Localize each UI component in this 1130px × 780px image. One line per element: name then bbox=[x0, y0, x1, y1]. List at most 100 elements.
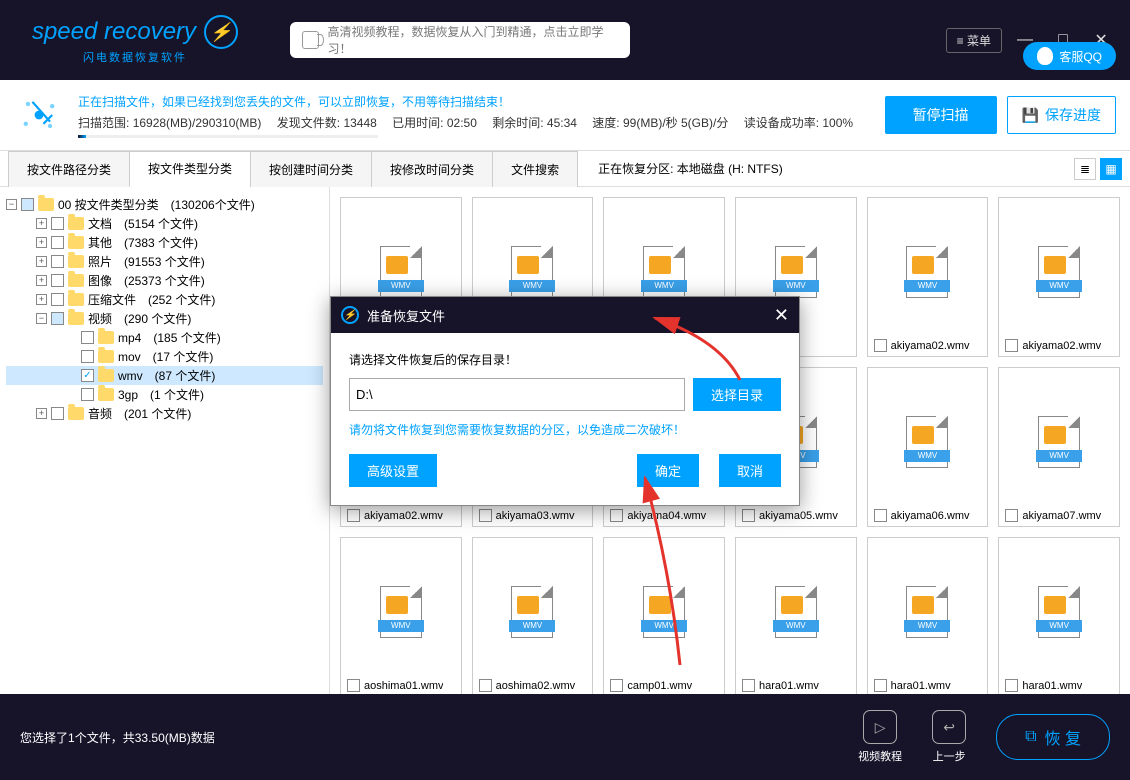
tree-audio[interactable]: +音频 (201 个文件) bbox=[6, 404, 323, 423]
checkbox[interactable] bbox=[1005, 509, 1018, 522]
checkbox[interactable] bbox=[479, 679, 492, 692]
checkbox[interactable] bbox=[1005, 679, 1018, 692]
checkbox[interactable] bbox=[81, 369, 94, 382]
tree-image[interactable]: +图像 (25373 个文件) bbox=[6, 271, 323, 290]
file-name: aoshima01.wmv bbox=[364, 680, 443, 692]
tree-photo[interactable]: +照片 (91553 个文件) bbox=[6, 252, 323, 271]
folder-icon bbox=[68, 236, 84, 249]
ok-button[interactable]: 确定 bbox=[637, 454, 699, 487]
file-cell[interactable]: WMV hara01.wmv bbox=[998, 537, 1120, 694]
checkbox[interactable] bbox=[347, 679, 360, 692]
menu-button[interactable]: ≡ 菜单 bbox=[946, 28, 1002, 53]
checkbox[interactable] bbox=[51, 236, 64, 249]
tree-mov[interactable]: mov (17 个文件) bbox=[6, 347, 323, 366]
browse-button[interactable]: 选择目录 bbox=[693, 378, 781, 411]
folder-icon bbox=[68, 312, 84, 325]
wmv-file-icon: WMV bbox=[906, 246, 948, 298]
tutorial-banner[interactable]: 高清视频教程，数据恢复从入门到精通，点击立即学习！ bbox=[290, 22, 630, 58]
file-name: hara01.wmv bbox=[1022, 680, 1082, 692]
checkbox[interactable] bbox=[81, 388, 94, 401]
recover-button[interactable]: ⧉恢 复 bbox=[996, 714, 1110, 760]
folder-icon bbox=[98, 388, 114, 401]
tree-3gp[interactable]: 3gp (1 个文件) bbox=[6, 385, 323, 404]
file-cell[interactable]: WMVaoshima01.wmv bbox=[340, 537, 462, 694]
file-cell[interactable]: WMV akiyama02.wmv bbox=[998, 197, 1120, 357]
cancel-button[interactable]: 取消 bbox=[719, 454, 781, 487]
folder-icon bbox=[98, 350, 114, 363]
dialog-close-button[interactable]: ✕ bbox=[774, 305, 789, 326]
category-tabs: 按文件路径分类 按文件类型分类 按创建时间分类 按修改时间分类 文件搜索 正在恢… bbox=[0, 151, 1130, 187]
file-name: akiyama04.wmv bbox=[627, 510, 706, 522]
partition-label: 正在恢复分区: 本地磁盘 (H: NTFS) bbox=[598, 160, 783, 177]
pause-scan-button[interactable]: 暂停扫描 bbox=[885, 96, 997, 134]
checkbox[interactable] bbox=[21, 198, 34, 211]
tab-by-modified[interactable]: 按修改时间分类 bbox=[371, 151, 493, 187]
checkbox[interactable] bbox=[51, 407, 64, 420]
file-cell[interactable]: WMVhara01.wmv bbox=[867, 537, 989, 694]
checkbox[interactable] bbox=[610, 509, 623, 522]
customer-service-button[interactable]: 客服QQ bbox=[1023, 42, 1116, 70]
wmv-file-icon: WMV bbox=[643, 586, 685, 638]
file-cell[interactable]: WMVakiyama06.wmv bbox=[867, 367, 989, 527]
checkbox[interactable] bbox=[81, 350, 94, 363]
grid-view-button[interactable]: ▦ bbox=[1100, 158, 1122, 180]
checkbox[interactable] bbox=[81, 331, 94, 344]
tab-by-path[interactable]: 按文件路径分类 bbox=[8, 151, 130, 187]
checkbox[interactable] bbox=[347, 509, 360, 522]
file-cell[interactable]: WMVcamp01.wmv bbox=[603, 537, 725, 694]
tree-mp4[interactable]: mp4 (185 个文件) bbox=[6, 328, 323, 347]
tab-by-created[interactable]: 按创建时间分类 bbox=[250, 151, 372, 187]
logo-text: speed recovery bbox=[32, 18, 196, 46]
tutorial-banner-text: 高清视频教程，数据恢复从入门到精通，点击立即学习！ bbox=[327, 23, 617, 57]
file-tree[interactable]: −00 按文件类型分类 (130206个文件) +文档 (5154 个文件) +… bbox=[0, 187, 330, 694]
wmv-file-icon: WMV bbox=[1038, 586, 1080, 638]
tree-zip[interactable]: +压缩文件 (252 个文件) bbox=[6, 290, 323, 309]
tab-search[interactable]: 文件搜索 bbox=[492, 151, 578, 187]
titlebar: speed recovery ⚡ 闪电数据恢复软件 高清视频教程，数据恢复从入门… bbox=[0, 0, 1130, 80]
file-name: akiyama06.wmv bbox=[891, 510, 970, 522]
save-path-input[interactable] bbox=[349, 378, 685, 411]
checkbox[interactable] bbox=[51, 293, 64, 306]
advanced-settings-button[interactable]: 高级设置 bbox=[349, 454, 437, 487]
tree-video[interactable]: −视频 (290 个文件) bbox=[6, 309, 323, 328]
checkbox[interactable] bbox=[742, 679, 755, 692]
file-name: akiyama02.wmv bbox=[1022, 340, 1101, 352]
checkbox[interactable] bbox=[874, 509, 887, 522]
wmv-file-icon: WMV bbox=[775, 586, 817, 638]
checkbox[interactable] bbox=[742, 509, 755, 522]
scan-message: 正在扫描文件，如果已经找到您丢失的文件，可以立即恢复，不用等待扫描结束！ bbox=[78, 93, 871, 110]
video-tutorial-button[interactable]: ▷ 视频教程 bbox=[858, 710, 902, 764]
checkbox[interactable] bbox=[874, 339, 887, 352]
tree-doc[interactable]: +文档 (5154 个文件) bbox=[6, 214, 323, 233]
back-button[interactable]: ↩ 上一步 bbox=[932, 710, 966, 764]
file-cell[interactable]: WMV akiyama02.wmv bbox=[867, 197, 989, 357]
file-cell[interactable]: WMVhara01.wmv bbox=[735, 537, 857, 694]
checkbox[interactable] bbox=[51, 274, 64, 287]
tree-root[interactable]: −00 按文件类型分类 (130206个文件) bbox=[6, 195, 323, 214]
checkbox[interactable] bbox=[51, 217, 64, 230]
checkbox[interactable] bbox=[51, 255, 64, 268]
checkbox[interactable] bbox=[479, 509, 492, 522]
file-cell[interactable]: WMVakiyama07.wmv bbox=[998, 367, 1120, 527]
save-progress-button[interactable]: 💾保存进度 bbox=[1007, 96, 1116, 134]
file-name: aoshima02.wmv bbox=[496, 680, 575, 692]
checkbox[interactable] bbox=[874, 679, 887, 692]
tree-other[interactable]: +其他 (7383 个文件) bbox=[6, 233, 323, 252]
file-name: akiyama02.wmv bbox=[891, 340, 970, 352]
folder-icon bbox=[38, 198, 54, 211]
file-cell[interactable]: WMV aoshima02.wmv bbox=[472, 537, 594, 694]
folder-icon bbox=[98, 369, 114, 382]
wmv-file-icon: WMV bbox=[1038, 246, 1080, 298]
dialog-title: 准备恢复文件 bbox=[367, 306, 445, 325]
checkbox[interactable] bbox=[1005, 339, 1018, 352]
app-logo: speed recovery ⚡ 闪电数据恢复软件 bbox=[10, 15, 260, 65]
list-view-button[interactable]: ≣ bbox=[1074, 158, 1096, 180]
logo-subtitle: 闪电数据恢复软件 bbox=[83, 49, 187, 65]
tab-by-type[interactable]: 按文件类型分类 bbox=[129, 151, 251, 187]
wmv-file-icon: WMV bbox=[511, 586, 553, 638]
checkbox[interactable] bbox=[51, 312, 64, 325]
dialog-titlebar[interactable]: ⚡ 准备恢复文件 ✕ bbox=[331, 297, 799, 333]
tree-wmv[interactable]: wmv (87 个文件) bbox=[6, 366, 323, 385]
checkbox[interactable] bbox=[610, 679, 623, 692]
wmv-file-icon: WMV bbox=[380, 246, 422, 298]
